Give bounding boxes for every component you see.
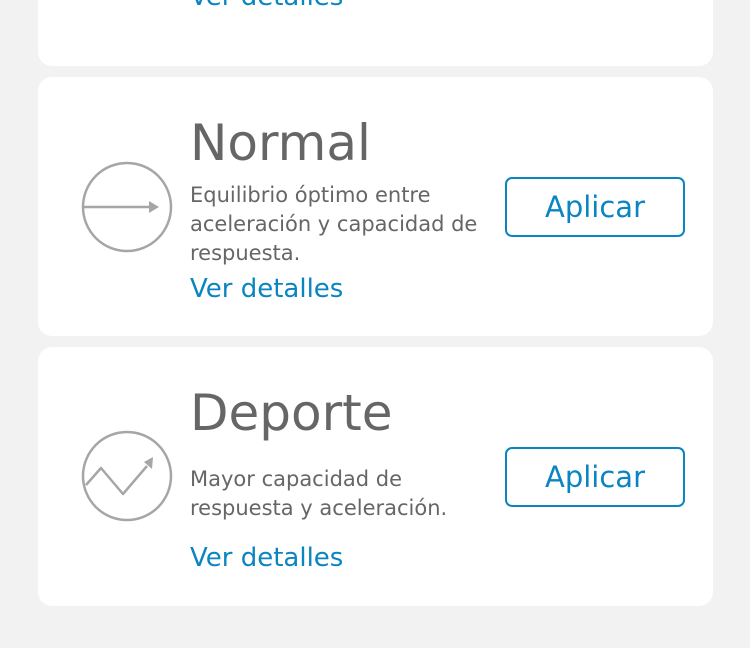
mode-description: Equilibrio óptimo entre aceleración y ca… xyxy=(190,183,478,265)
zigzag-arrow-circle-icon xyxy=(81,430,173,522)
arrow-right-circle-icon xyxy=(81,161,173,253)
mode-title: Normal xyxy=(190,114,371,172)
mode-card-normal: Normal Equilibrio óptimo entre aceleraci… xyxy=(38,77,713,336)
details-link[interactable]: Ver detalles xyxy=(190,274,343,304)
mode-title: Deporte xyxy=(190,384,393,442)
details-link[interactable]: Ver detalles xyxy=(190,543,343,573)
mode-description: Mayor capacidad de respuesta y aceleraci… xyxy=(190,467,448,520)
mode-card-previous: Ver detalles xyxy=(38,0,713,66)
details-link[interactable]: Ver detalles xyxy=(190,0,343,12)
apply-button[interactable]: Aplicar xyxy=(505,177,685,237)
mode-card-deporte: Deporte Mayor capacidad de respuesta y a… xyxy=(38,347,713,606)
apply-button[interactable]: Aplicar xyxy=(505,447,685,507)
